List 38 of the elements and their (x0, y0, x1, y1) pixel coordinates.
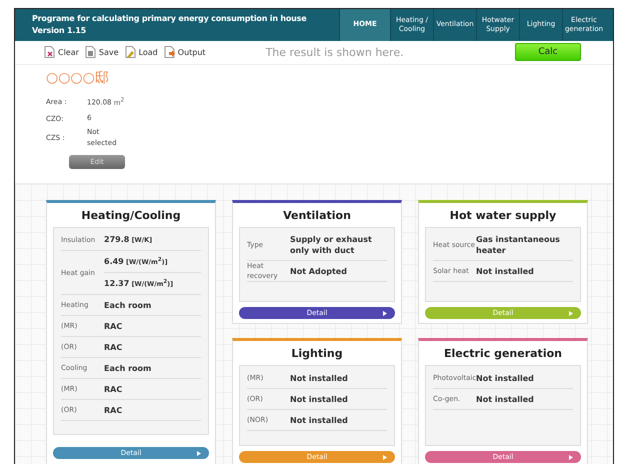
card-title: Heating/Cooling (80, 208, 182, 224)
calc-button[interactable]: Calc (515, 43, 581, 62)
card-title: Ventilation (282, 208, 352, 224)
toolbar-button[interactable]: Save (84, 46, 119, 58)
row-value: Not installed (290, 372, 349, 384)
row-value: Not Adopted (290, 266, 348, 278)
arrow-icon (197, 450, 201, 456)
arrow-icon (383, 310, 387, 316)
arrow-icon (569, 310, 573, 316)
app-title: Programe for calculating primary energy consumption in house (32, 12, 306, 25)
app-version: Version 1.15 (32, 24, 87, 37)
document-icon (84, 46, 96, 58)
row-value: RAC (104, 384, 124, 396)
row-value: Each room (104, 300, 152, 312)
row-value: Not installed (476, 394, 535, 406)
arrow-icon (569, 454, 573, 460)
row-value: Each room (104, 362, 152, 375)
row-value: Not installed (290, 394, 349, 406)
document-cross-icon (44, 46, 55, 58)
toolbar-button[interactable]: Load (124, 46, 158, 58)
toolbar-button[interactable]: Clear (44, 46, 79, 58)
toolbar-button[interactable]: Output (164, 46, 206, 58)
result-message: The result is shown here. (266, 46, 405, 59)
card-title: Lighting (290, 346, 344, 362)
row-value: RAC (104, 404, 124, 417)
arrow-icon (383, 454, 387, 460)
row-value: Not installed (476, 266, 535, 278)
row-value: Not installed (476, 372, 535, 384)
row-value: Gas instantaneous heater (476, 234, 561, 257)
house-name: ○○○○邸 (46, 69, 110, 88)
row-value: RAC (104, 342, 124, 354)
row-value: Supply or exhaust only with duct (290, 234, 373, 257)
row-value: Not installed (290, 414, 349, 426)
card-title: Electric generation (443, 346, 563, 362)
row-value: RAC (104, 320, 124, 333)
card-title: Hot water supply (448, 208, 558, 224)
document-pencil-icon (124, 46, 136, 58)
document-arrow-icon (164, 46, 175, 58)
